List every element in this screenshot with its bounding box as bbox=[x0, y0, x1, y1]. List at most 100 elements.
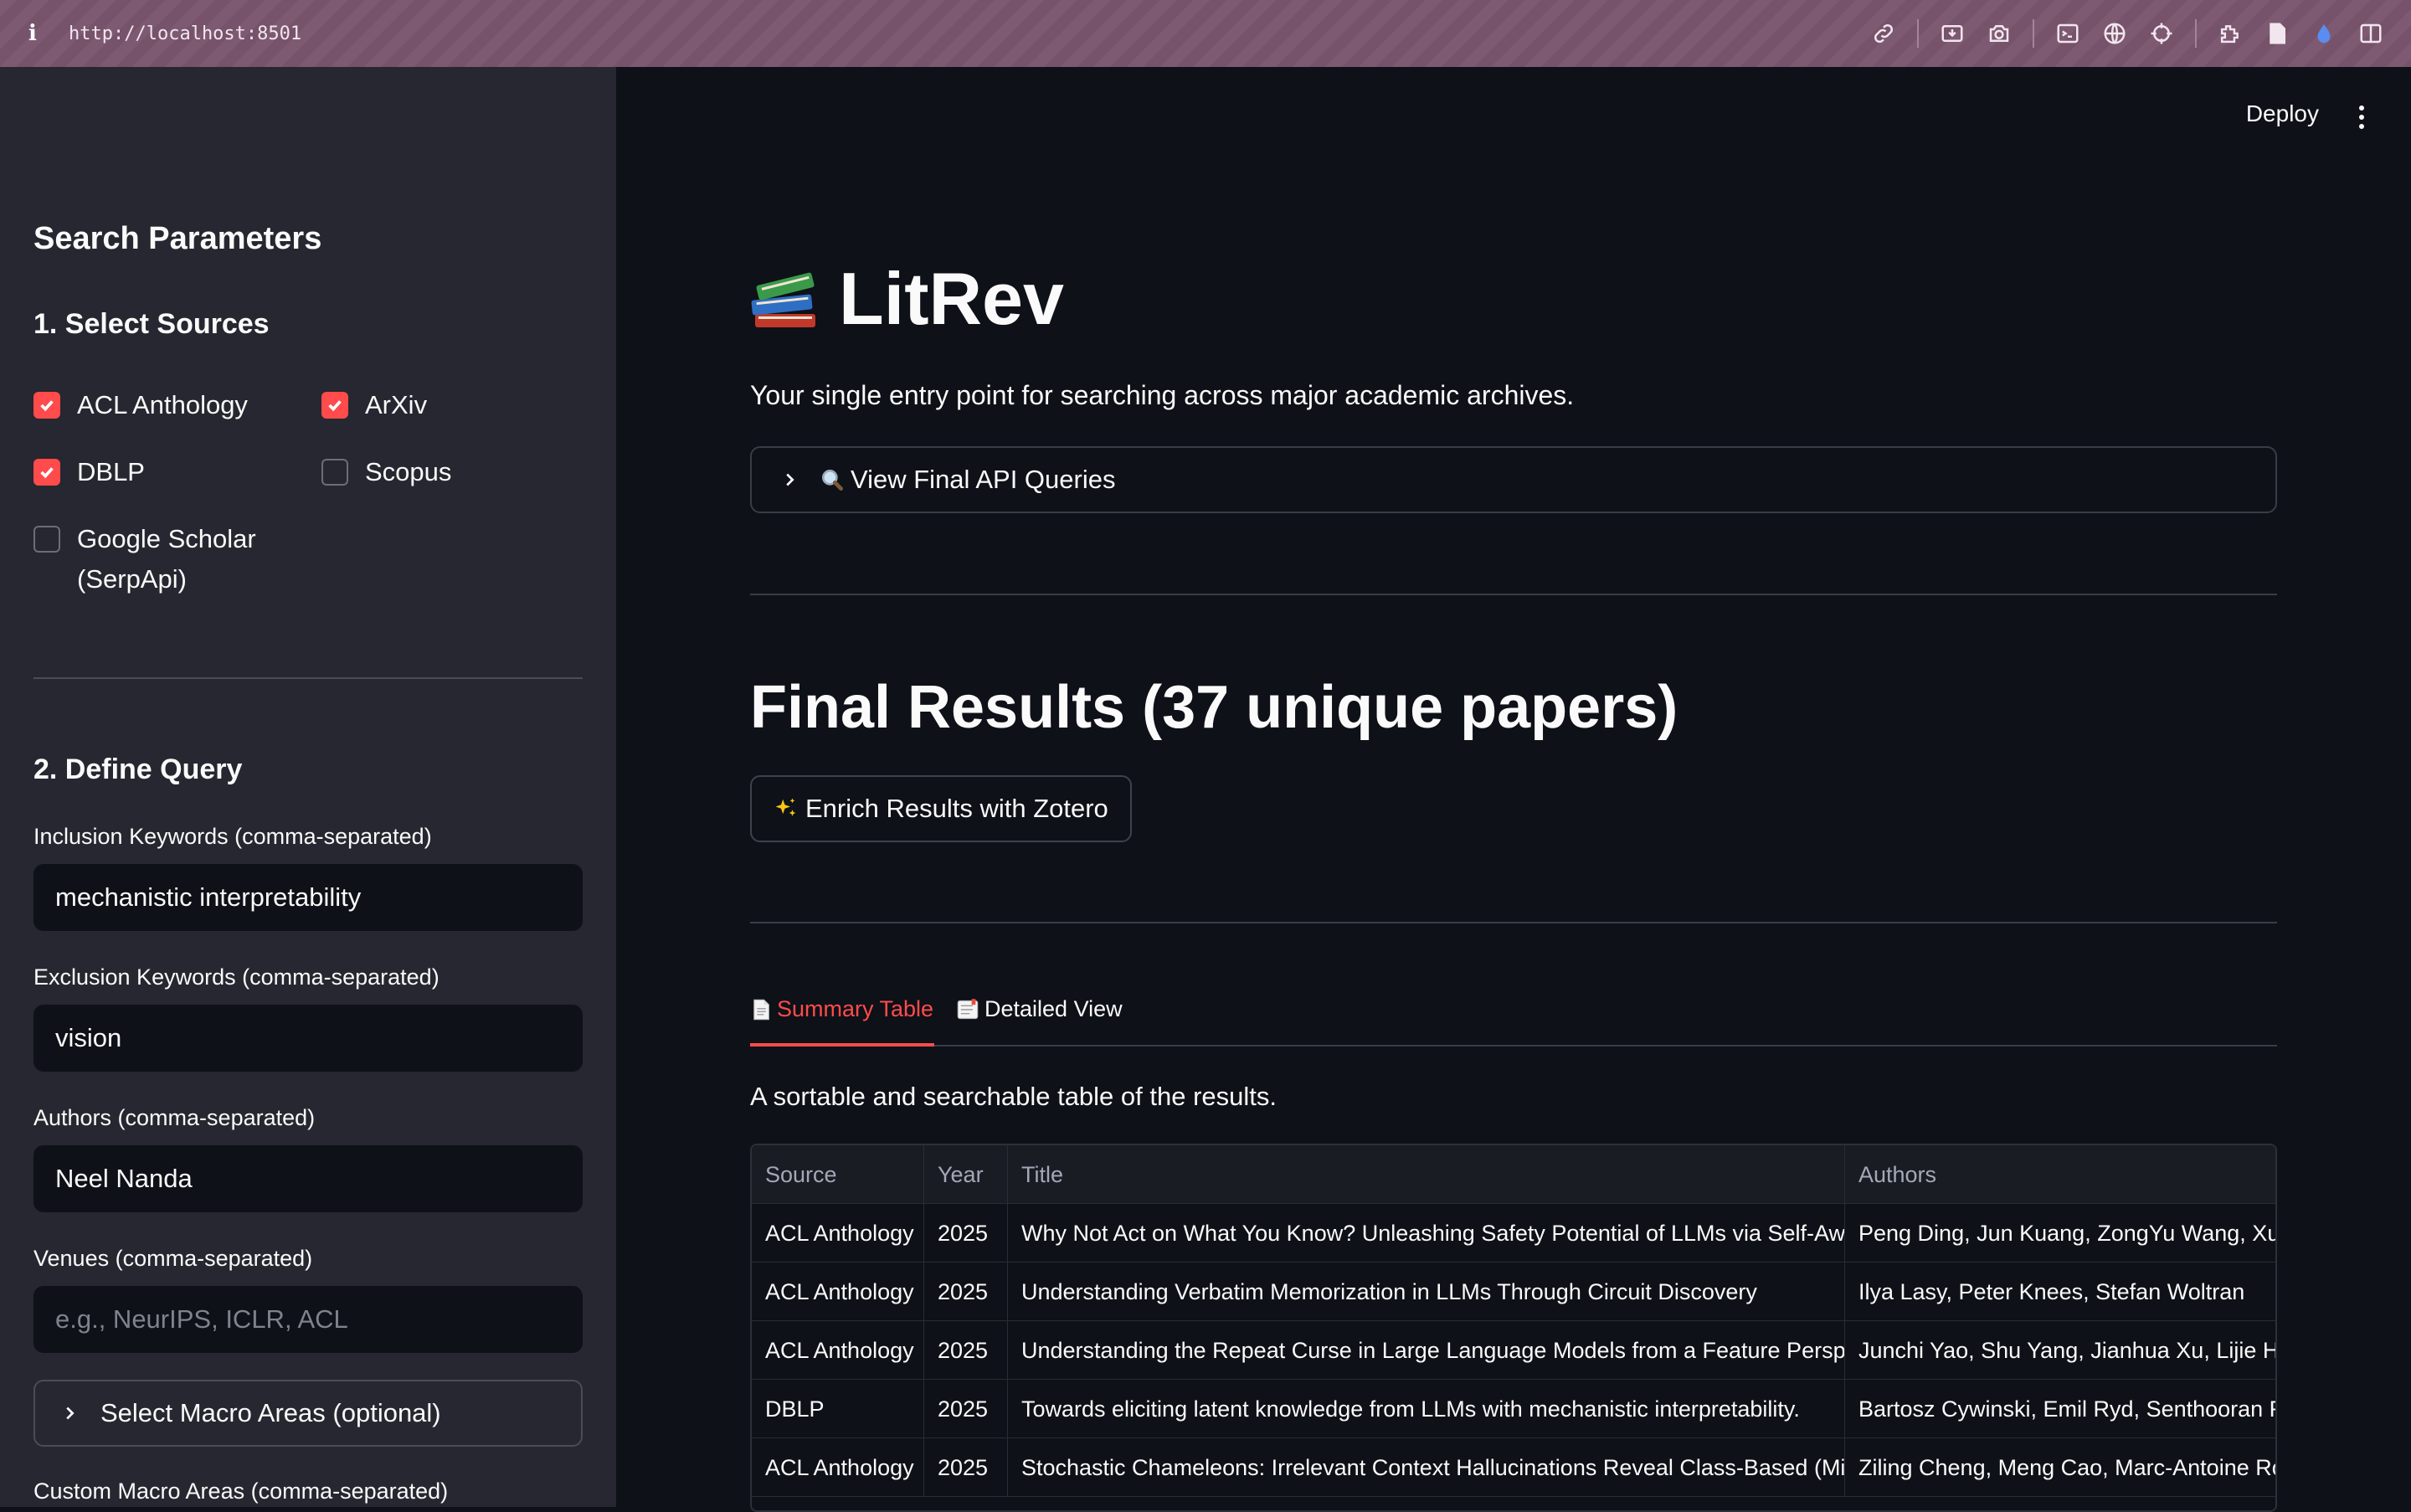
tab-detailed-view[interactable]: Detailed View bbox=[956, 990, 1123, 1047]
terminal-icon[interactable] bbox=[2053, 18, 2083, 49]
table-row[interactable]: ACL Anthology 2025 Stochastic Chameleons… bbox=[752, 1438, 2275, 1497]
cell-authors[interactable]: Ilya Lasy, Peter Knees, Stefan Woltran bbox=[1845, 1263, 2275, 1321]
authors-field[interactable] bbox=[55, 1164, 558, 1194]
column-header-authors[interactable]: Authors bbox=[1845, 1145, 2275, 1204]
venues-label: Venues (comma-separated) bbox=[33, 1246, 313, 1271]
cell-authors[interactable]: Junchi Yao, Shu Yang, Jianhua Xu, Lijie … bbox=[1845, 1321, 2275, 1380]
venues-input[interactable] bbox=[33, 1286, 583, 1353]
tab-label: Detailed View bbox=[984, 996, 1123, 1021]
source-label: ACL Anthology bbox=[77, 390, 248, 419]
cell-source[interactable]: ACL Anthology bbox=[752, 1204, 924, 1263]
authors-input[interactable] bbox=[33, 1145, 583, 1212]
column-header-title[interactable]: Title bbox=[1008, 1145, 1845, 1204]
inclusion-keywords-input[interactable] bbox=[33, 864, 583, 931]
link-icon[interactable] bbox=[1869, 18, 1899, 49]
address-bar-url[interactable]: http://localhost:8501 bbox=[69, 23, 301, 44]
cell-source[interactable]: DBLP bbox=[752, 1380, 924, 1438]
sidebar-toggle-icon[interactable] bbox=[2356, 18, 2386, 49]
bookmark-tabs-icon bbox=[956, 998, 979, 1021]
cell-title[interactable]: Understanding the Repeat Curse in Large … bbox=[1008, 1321, 1845, 1380]
cell-year[interactable]: 2025 bbox=[924, 1438, 1008, 1497]
site-info-icon[interactable]: i bbox=[28, 21, 49, 46]
cell-authors[interactable]: Peng Ding, Jun Kuang, ZongYu Wang, Xuezh… bbox=[1845, 1204, 2275, 1263]
sparkles-icon bbox=[774, 796, 799, 821]
browser-toolbar-icons bbox=[1852, 0, 2386, 67]
sidebar: Search Parameters 1. Select Sources ACL … bbox=[0, 67, 616, 1507]
browser-toolbar: i http://localhost:8501 bbox=[0, 0, 2411, 67]
globe-icon[interactable] bbox=[2100, 18, 2130, 49]
document-icon[interactable] bbox=[2262, 18, 2292, 49]
custom-macro-label: Custom Macro Areas (comma-separated) bbox=[33, 1479, 449, 1504]
api-queries-expander[interactable]: View Final API Queries bbox=[750, 446, 2277, 513]
cell-source[interactable]: ACL Anthology bbox=[752, 1438, 924, 1497]
books-icon bbox=[750, 265, 820, 332]
query-heading: 2. Define Query bbox=[33, 753, 243, 785]
more-menu-icon[interactable] bbox=[2359, 105, 2366, 133]
sidebar-divider bbox=[33, 677, 583, 679]
camera-icon[interactable] bbox=[1984, 18, 2014, 49]
cell-year[interactable]: 2025 bbox=[924, 1204, 1008, 1263]
magnifier-icon bbox=[819, 466, 846, 493]
results-table[interactable]: Source Year Title Authors ACL Anthology … bbox=[750, 1144, 2277, 1512]
results-heading: Final Results (37 unique papers) bbox=[750, 674, 1678, 741]
sidebar-heading: Search Parameters bbox=[33, 221, 322, 256]
source-label-line2: (SerpApi) bbox=[77, 564, 187, 594]
chevron-right-icon bbox=[780, 471, 799, 489]
tab-label: Summary Table bbox=[777, 996, 934, 1021]
cell-title[interactable]: Towards eliciting latent knowledge from … bbox=[1008, 1380, 1845, 1438]
cell-year[interactable]: 2025 bbox=[924, 1321, 1008, 1380]
table-row[interactable]: ACL Anthology 2025 Understanding the Rep… bbox=[752, 1321, 2275, 1380]
cell-authors[interactable]: Bartosz Cywinski, Emil Ryd, Senthooran R… bbox=[1845, 1380, 2275, 1438]
table-row[interactable]: DBLP 2025 Towards eliciting latent knowl… bbox=[752, 1380, 2275, 1438]
macro-areas-expander-label: Select Macro Areas (optional) bbox=[100, 1398, 441, 1427]
source-label-line1: Google Scholar bbox=[77, 524, 256, 553]
checkbox-checked-icon[interactable] bbox=[33, 392, 60, 419]
column-header-year[interactable]: Year bbox=[924, 1145, 1008, 1204]
cell-authors[interactable]: Ziling Cheng, Meng Cao, Marc-Antoine Ron… bbox=[1845, 1438, 2275, 1497]
checkbox-unchecked-icon[interactable] bbox=[321, 459, 348, 486]
main-area: Deploy LitRev Your single entry point fo… bbox=[616, 67, 2411, 1512]
venues-field[interactable] bbox=[55, 1304, 558, 1335]
source-label: ArXiv bbox=[365, 390, 428, 419]
source-checkbox-arxiv[interactable]: ArXiv bbox=[321, 385, 427, 425]
enrich-zotero-button[interactable]: Enrich Results with Zotero bbox=[750, 775, 1132, 842]
inclusion-keywords-field[interactable] bbox=[55, 882, 558, 913]
source-label: Google Scholar (SerpApi) bbox=[77, 519, 256, 599]
page-subtitle: Your single entry point for searching ac… bbox=[750, 380, 1575, 410]
source-checkbox-scopus[interactable]: Scopus bbox=[321, 452, 451, 492]
tab-summary-table[interactable]: Summary Table bbox=[750, 990, 934, 1047]
checkbox-checked-icon[interactable] bbox=[321, 392, 348, 419]
sources-heading: 1. Select Sources bbox=[33, 308, 270, 340]
source-checkbox-google-scholar[interactable]: Google Scholar (SerpApi) bbox=[33, 519, 256, 599]
api-queries-expander-label: View Final API Queries bbox=[851, 465, 1116, 494]
checkbox-checked-icon[interactable] bbox=[33, 459, 60, 486]
source-label: DBLP bbox=[77, 457, 145, 486]
extension-icon[interactable] bbox=[2215, 18, 2245, 49]
cell-year[interactable]: 2025 bbox=[924, 1380, 1008, 1438]
deploy-button[interactable]: Deploy bbox=[2246, 100, 2319, 127]
toolbar-separator bbox=[2195, 19, 2197, 48]
cell-source[interactable]: ACL Anthology bbox=[752, 1263, 924, 1321]
checkbox-unchecked-icon[interactable] bbox=[33, 526, 60, 553]
macro-areas-expander[interactable]: Select Macro Areas (optional) bbox=[33, 1380, 583, 1447]
exclusion-keywords-field[interactable] bbox=[55, 1023, 558, 1053]
exclusion-label: Exclusion Keywords (comma-separated) bbox=[33, 964, 440, 990]
cell-year[interactable]: 2025 bbox=[924, 1263, 1008, 1321]
exclusion-keywords-input[interactable] bbox=[33, 1005, 583, 1072]
download-icon[interactable] bbox=[1937, 18, 1967, 49]
results-tabs: Summary Table Detailed View bbox=[750, 990, 2277, 1047]
cell-source[interactable]: ACL Anthology bbox=[752, 1321, 924, 1380]
table-row[interactable]: ACL Anthology 2025 Understanding Verbati… bbox=[752, 1263, 2275, 1321]
divider bbox=[750, 922, 2277, 923]
cell-title[interactable]: Understanding Verbatim Memorization in L… bbox=[1008, 1263, 1845, 1321]
table-row[interactable]: ACL Anthology 2025 Why Not Act on What Y… bbox=[752, 1204, 2275, 1263]
source-label: Scopus bbox=[365, 457, 452, 486]
source-checkbox-dblp[interactable]: DBLP bbox=[33, 452, 145, 492]
cell-title[interactable]: Why Not Act on What You Know? Unleashing… bbox=[1008, 1204, 1845, 1263]
column-header-source[interactable]: Source bbox=[752, 1145, 924, 1204]
cell-title[interactable]: Stochastic Chameleons: Irrelevant Contex… bbox=[1008, 1438, 1845, 1497]
divider bbox=[750, 594, 2277, 595]
drop-icon[interactable] bbox=[2309, 18, 2339, 49]
source-checkbox-acl[interactable]: ACL Anthology bbox=[33, 385, 248, 425]
crosshair-icon[interactable] bbox=[2146, 18, 2177, 49]
